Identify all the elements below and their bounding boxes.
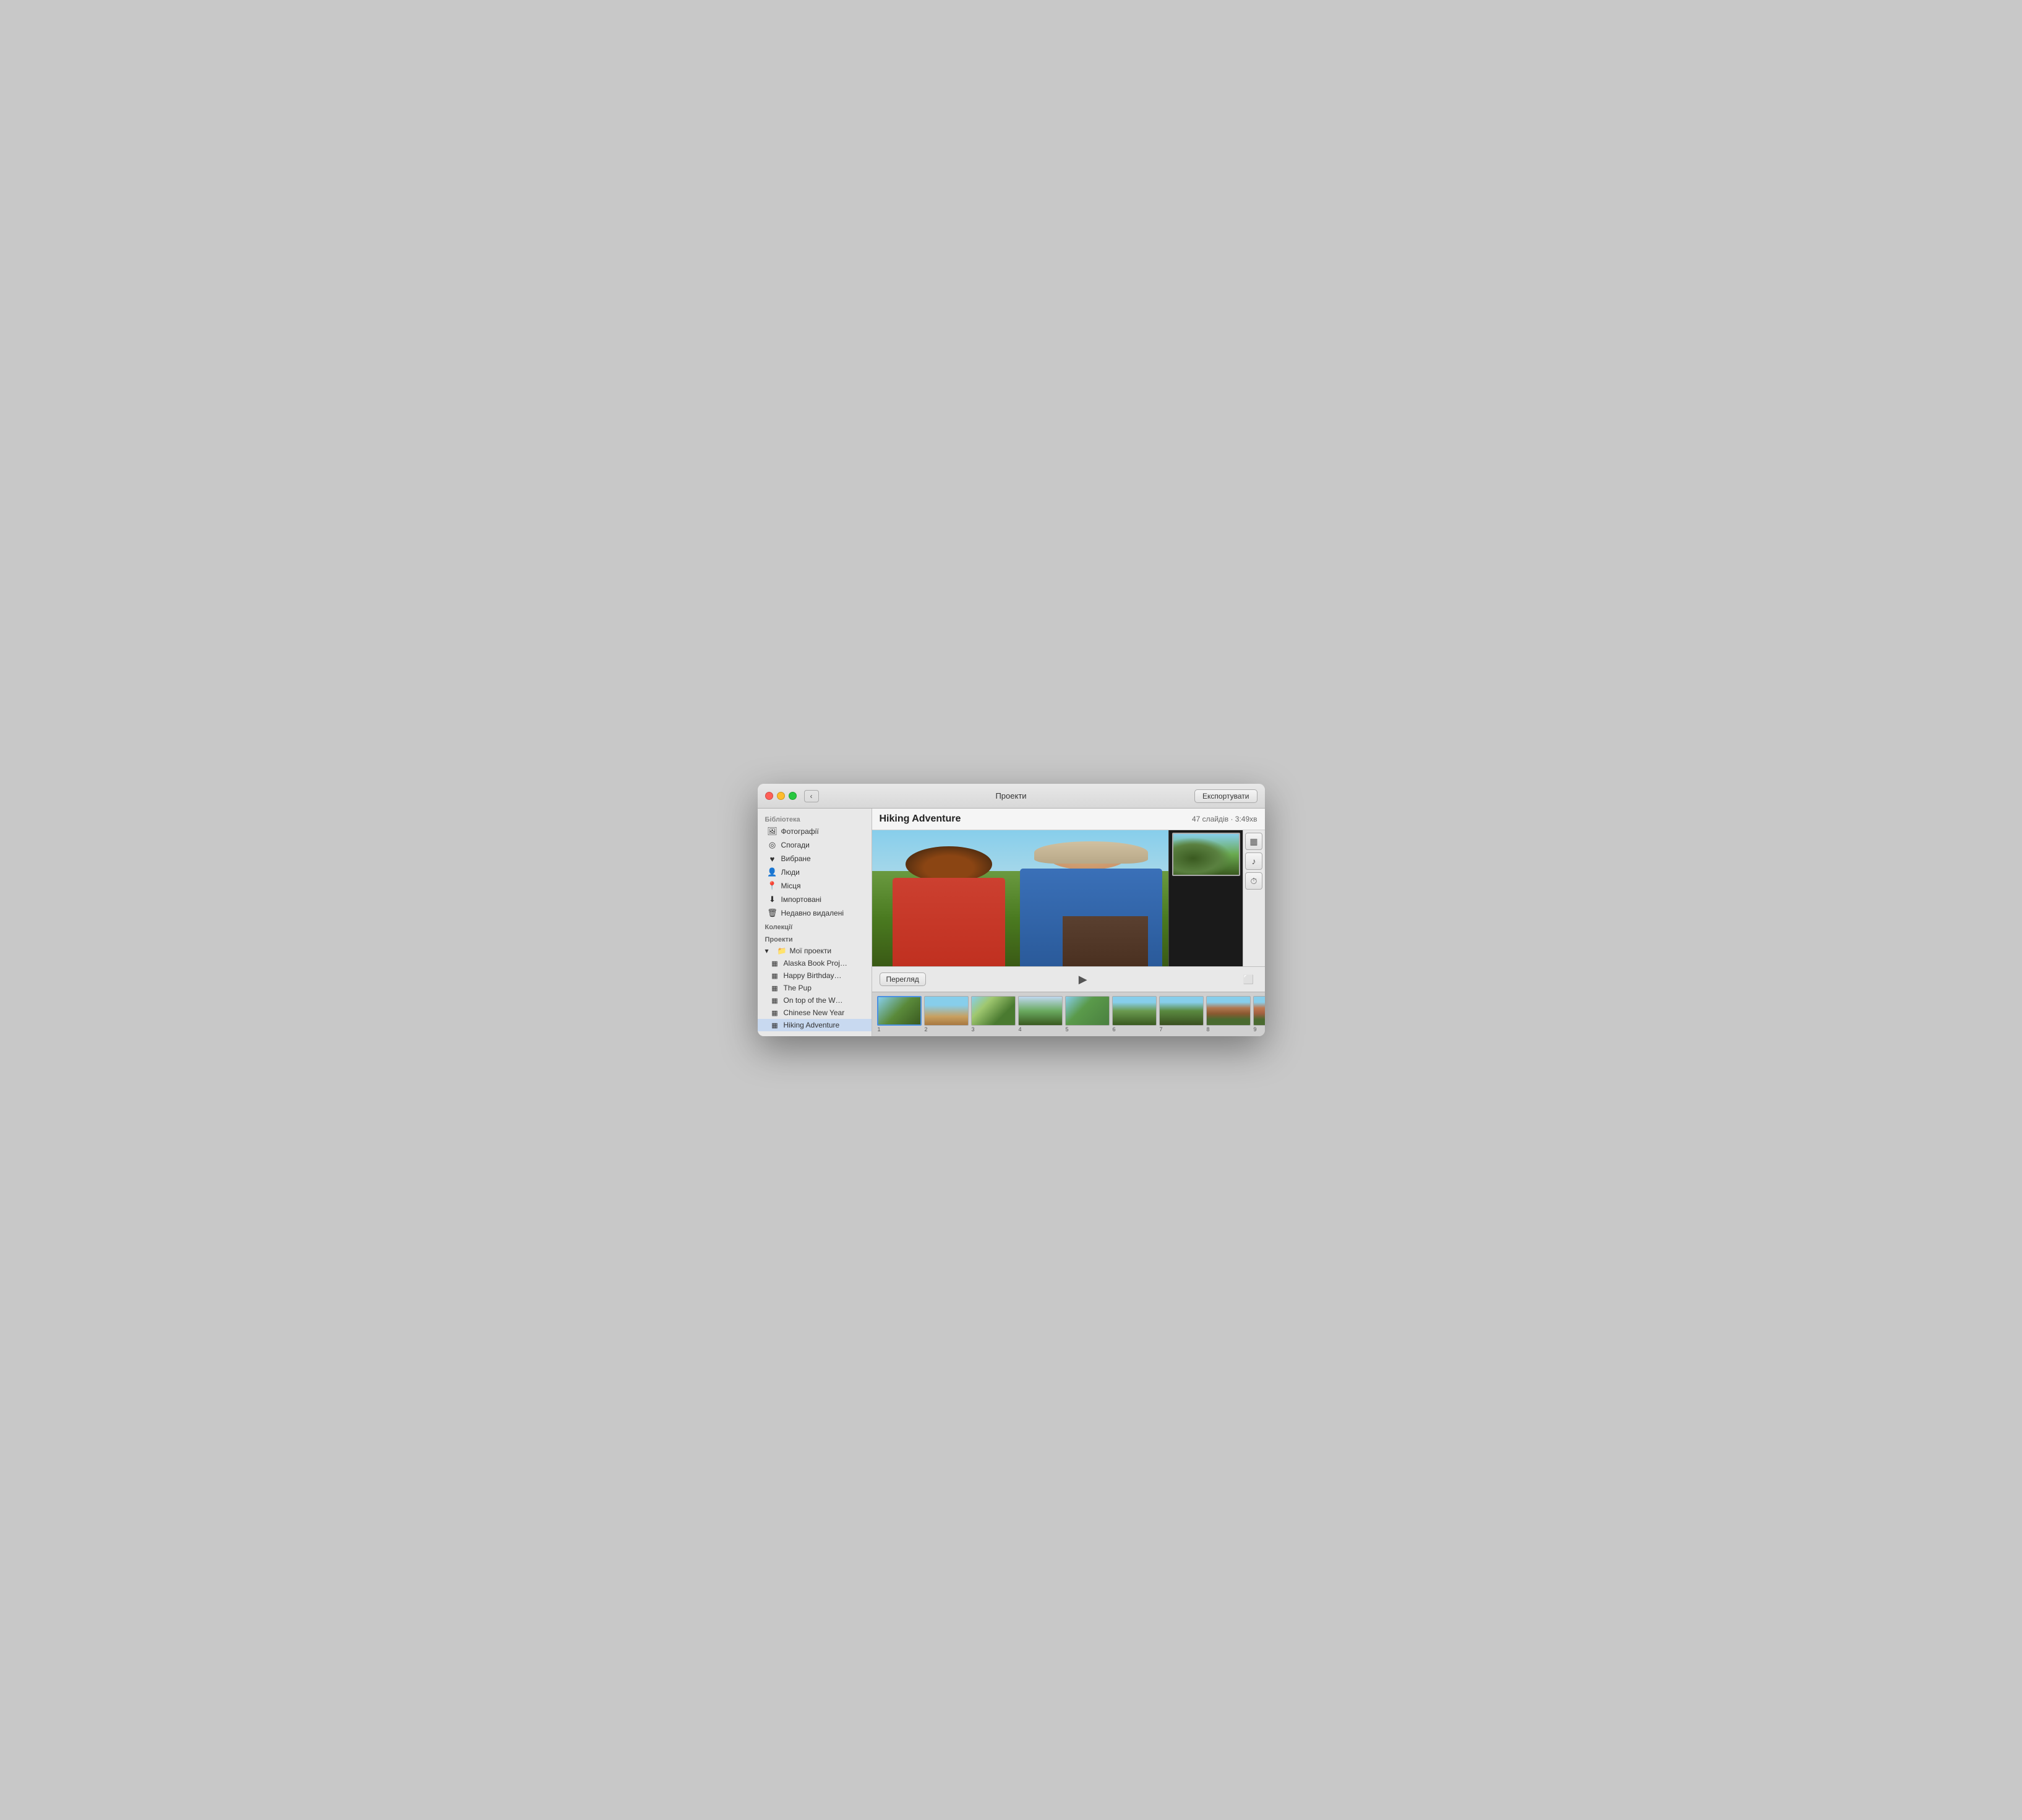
slideshow-icon: ▦ — [770, 984, 780, 992]
sidebar-item-label: Місця — [781, 882, 801, 890]
filmstrip-thumb-9[interactable]: 9 — [1253, 996, 1265, 1032]
preview-area — [872, 830, 1243, 966]
sidebar-item-places[interactable]: 📍 Місця — [758, 879, 872, 893]
project-mountain[interactable]: ▦ On top of the W… — [758, 994, 872, 1007]
sidebar-item-imported[interactable]: ⬇ Імпортовані — [758, 893, 872, 906]
filmstrip-thumb-7[interactable]: 7 — [1159, 996, 1204, 1032]
window-title: Проекти — [995, 791, 1026, 801]
sidebar-item-label: Фотографії — [781, 827, 819, 836]
content-area: Hiking Adventure 47 слайдів · 3:49хв — [872, 809, 1265, 1036]
play-button[interactable]: ▶ — [1074, 971, 1092, 988]
filmstrip-thumb-6[interactable]: 6 — [1112, 996, 1157, 1032]
back-button[interactable]: ‹ — [804, 790, 819, 802]
sidebar-item-label: Недавно видалені — [781, 909, 844, 917]
folder-label: Мої проекти — [790, 946, 832, 955]
slideshow-icon: ▦ — [770, 996, 780, 1005]
sidebar-item-memories[interactable]: ◎ Спогади — [758, 838, 872, 852]
project-birthday[interactable]: ▦ Happy Birthday… — [758, 969, 872, 982]
sidebar-item-people[interactable]: 👤 Люди — [758, 865, 872, 879]
sidebar-item-label: Люди — [781, 868, 800, 877]
photos-icon: 🖼 — [768, 826, 778, 836]
people-icon: 👤 — [768, 867, 778, 877]
timer-icon: ⏱ — [1251, 876, 1257, 886]
slideshow-icon: ▦ — [1249, 836, 1257, 847]
main-photo — [872, 830, 1168, 966]
bottom-bar: Перегляд ▶ ⬜ — [872, 966, 1265, 992]
titlebar: ‹ Проекти Експортувати — [758, 784, 1265, 809]
minimize-button[interactable] — [777, 792, 785, 800]
filmstrip-thumb-3[interactable]: 3 — [971, 996, 1016, 1032]
back-icon: ‹ — [810, 792, 813, 801]
memories-icon: ◎ — [768, 840, 778, 850]
folder-icon: 📁 — [778, 946, 787, 955]
project-label: Hiking Adventure — [784, 1021, 840, 1029]
library-header: Бібліотека — [758, 813, 872, 825]
my-projects-folder[interactable]: ▾ 📁 Мої проекти — [758, 945, 872, 957]
thumb-image — [1172, 833, 1240, 876]
projects-header: Проекти — [758, 932, 872, 945]
sidebar-item-label: Спогади — [781, 841, 810, 849]
filmstrip-thumb-2[interactable]: 2 — [924, 996, 969, 1032]
filmstrip-thumb-4[interactable]: 4 — [1018, 996, 1063, 1032]
filmstrip: 1 2 3 4 5 — [872, 992, 1265, 1036]
sidebar-item-recently-deleted[interactable]: 🗑 Недавно видалені — [758, 906, 872, 920]
slide-info: 47 слайдів · 3:49хв — [1192, 815, 1257, 823]
main-layout: Бібліотека 🖼 Фотографії ◎ Спогади ♥ Вибр… — [758, 809, 1265, 1036]
thumbnail-preview — [1168, 830, 1243, 966]
slideshow-icon: ▦ — [770, 971, 780, 980]
project-alaska[interactable]: ▦ Alaska Book Proj… — [758, 957, 872, 969]
timer-button[interactable]: ⏱ — [1245, 872, 1262, 890]
sidebar-item-label: Вибране — [781, 854, 811, 863]
music-button[interactable]: ♪ — [1245, 852, 1262, 870]
play-icon: ▶ — [1079, 973, 1087, 986]
chevron-down-icon: ▾ — [765, 946, 775, 955]
slideshow-icon: ▦ — [770, 959, 780, 968]
fullscreen-button[interactable]: ⬜ — [1240, 971, 1257, 988]
filmstrip-thumb-8[interactable]: 8 — [1206, 996, 1251, 1032]
preview-button[interactable]: Перегляд — [880, 972, 926, 986]
project-label: Chinese New Year — [784, 1008, 845, 1017]
imported-icon: ⬇ — [768, 895, 778, 904]
slideshow-icon: ▦ — [770, 1008, 780, 1017]
export-button[interactable]: Експортувати — [1194, 789, 1257, 803]
project-label: The Pup — [784, 984, 812, 992]
app-window: ‹ Проекти Експортувати Бібліотека 🖼 Фото… — [758, 784, 1265, 1036]
project-pup[interactable]: ▦ The Pup — [758, 982, 872, 994]
couple-photo — [872, 830, 1168, 966]
filmstrip-thumb-1[interactable]: 1 — [877, 996, 922, 1032]
content-header: Hiking Adventure 47 слайдів · 3:49хв — [872, 809, 1265, 830]
sidebar-item-label: Імпортовані — [781, 895, 821, 904]
sidebar: Бібліотека 🖼 Фотографії ◎ Спогади ♥ Вибр… — [758, 809, 872, 1036]
project-label: On top of the W… — [784, 996, 843, 1005]
traffic-lights — [765, 792, 797, 800]
places-icon: 📍 — [768, 881, 778, 891]
collections-header: Колекції — [758, 920, 872, 932]
trash-icon: 🗑 — [768, 908, 778, 918]
favorites-icon: ♥ — [768, 854, 778, 864]
project-label: Happy Birthday… — [784, 971, 842, 980]
slideshow-icon: ▦ — [770, 1021, 780, 1029]
project-chinese-new-year[interactable]: ▦ Chinese New Year — [758, 1007, 872, 1019]
project-title: Hiking Adventure — [880, 813, 961, 825]
project-label: Alaska Book Proj… — [784, 959, 847, 968]
sidebar-item-favorites[interactable]: ♥ Вибране — [758, 852, 872, 865]
slideshow-view-button[interactable]: ▦ — [1245, 833, 1262, 850]
fullscreen-icon: ⬜ — [1243, 974, 1254, 985]
close-button[interactable] — [765, 792, 773, 800]
music-icon: ♪ — [1252, 856, 1256, 866]
sidebar-item-photos[interactable]: 🖼 Фотографії — [758, 825, 872, 838]
filmstrip-thumb-5[interactable]: 5 — [1065, 996, 1110, 1032]
project-hiking[interactable]: ▦ Hiking Adventure — [758, 1019, 872, 1031]
right-tools: ▦ ♪ ⏱ — [1243, 830, 1265, 966]
maximize-button[interactable] — [789, 792, 797, 800]
